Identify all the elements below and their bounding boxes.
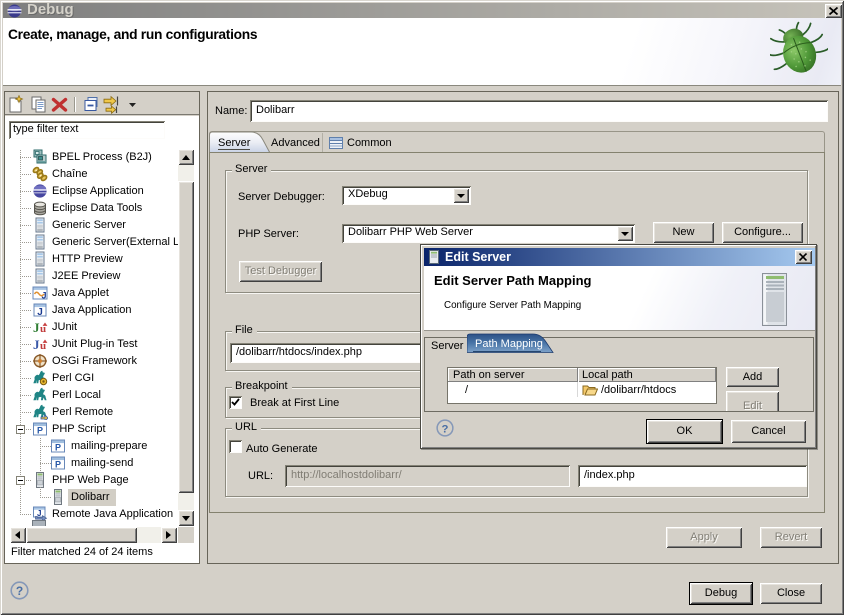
- svg-text:J: J: [37, 307, 43, 318]
- svg-text:J: J: [37, 509, 41, 518]
- svg-text:J: J: [33, 320, 40, 335]
- svg-text:P: P: [55, 443, 61, 453]
- svg-text:J: J: [42, 291, 47, 301]
- svg-text:P: P: [37, 426, 43, 436]
- svg-text:P: P: [55, 460, 61, 470]
- svg-text:?: ?: [442, 423, 449, 435]
- svg-text:J: J: [33, 337, 40, 352]
- svg-text:?: ?: [16, 584, 23, 598]
